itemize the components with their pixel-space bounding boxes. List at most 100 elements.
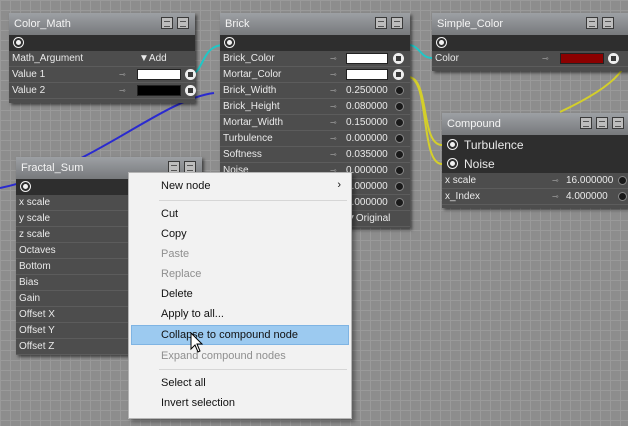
plug-socket-icon[interactable]: [393, 69, 404, 80]
param-value[interactable]: 0.000000: [346, 133, 388, 144]
node-compound[interactable]: Compound Turbulence Noise x scale ⊸ 16.0…: [442, 113, 628, 208]
menu-item-paste[interactable]: Paste: [131, 244, 349, 264]
input-socket-icon[interactable]: [395, 86, 404, 95]
param-value[interactable]: 0.250000: [346, 85, 388, 96]
param-label: Gain: [19, 293, 41, 304]
plug-socket-icon[interactable]: [185, 69, 196, 80]
param-label: Value 1: [12, 69, 46, 80]
wire-brick-to-compound-noise[interactable]: [407, 76, 443, 165]
menu-item-select-all[interactable]: Select all: [131, 373, 349, 393]
param-row[interactable]: x scale ⊸ 16.000000: [442, 173, 628, 189]
input-socket-icon[interactable]: [618, 192, 627, 201]
menu-icon[interactable]: [177, 17, 189, 29]
compound-input-turbulence[interactable]: Turbulence: [442, 135, 628, 154]
input-socket-icon[interactable]: [395, 118, 404, 127]
param-label: Offset X: [19, 309, 55, 320]
collapse-icon[interactable]: [161, 17, 173, 29]
param-row[interactable]: Brick_Width ⊸ 0.250000: [220, 83, 410, 99]
param-row[interactable]: Value 1 ⊸: [9, 67, 196, 83]
param-label: x scale: [445, 175, 477, 186]
param-dropdown[interactable]: ▼Original: [346, 213, 390, 224]
key-icon: ⊸: [542, 54, 549, 63]
menu-item-new-node[interactable]: New node ›: [131, 176, 349, 196]
plug-socket-icon[interactable]: [608, 53, 619, 64]
param-row[interactable]: Mortar_Color ⊸: [220, 67, 410, 83]
param-value[interactable]: 0.000000: [346, 181, 388, 192]
param-value[interactable]: 0.000000: [346, 165, 388, 176]
menu-item-delete[interactable]: Delete: [131, 284, 349, 304]
node-header[interactable]: Simple_Color: [432, 13, 628, 35]
plug-socket-icon[interactable]: [393, 53, 404, 64]
param-dropdown[interactable]: ▼Add: [139, 53, 167, 64]
collapse-icon[interactable]: [375, 17, 387, 29]
menu-item-label: Collapse to compound node: [161, 329, 298, 341]
wire-brick-to-simplecolor[interactable]: [407, 44, 433, 59]
input-socket-icon[interactable]: [395, 134, 404, 143]
param-row[interactable]: Brick_Height ⊸ 0.080000: [220, 99, 410, 115]
node-color-math[interactable]: Color_Math Math_Argument ▼Add Value 1 ⊸ …: [9, 13, 196, 103]
color-swatch[interactable]: [346, 53, 388, 64]
param-value[interactable]: 16.000000: [566, 175, 613, 186]
compound-input-noise[interactable]: Noise: [442, 154, 628, 173]
node-simple-color[interactable]: Simple_Color Color ⊸: [432, 13, 628, 71]
input-socket-icon[interactable]: [395, 182, 404, 191]
collapse-icon[interactable]: [586, 17, 598, 29]
output-socket-icon[interactable]: [225, 38, 234, 47]
input-socket-icon[interactable]: [448, 140, 457, 149]
menu-item-label: Delete: [161, 288, 193, 300]
input-socket-icon[interactable]: [448, 159, 457, 168]
param-value[interactable]: 0.035000: [346, 149, 388, 160]
input-socket-icon[interactable]: [395, 150, 404, 159]
menu-icon[interactable]: [391, 17, 403, 29]
menu-icon[interactable]: [612, 117, 624, 129]
color-swatch[interactable]: [560, 53, 604, 64]
param-value[interactable]: 0.080000: [346, 101, 388, 112]
node-header[interactable]: Compound: [442, 113, 628, 135]
output-socket-icon[interactable]: [437, 38, 446, 47]
param-label: Mortar_Width: [223, 117, 284, 128]
param-row[interactable]: Softness ⊸ 0.035000: [220, 147, 410, 163]
param-label: Bias: [19, 277, 39, 288]
menu-item-collapse-to-compound[interactable]: Collapse to compound node: [131, 325, 349, 345]
param-row[interactable]: Color ⊸: [432, 51, 628, 67]
param-value[interactable]: 4.000000: [566, 191, 608, 202]
param-row[interactable]: Brick_Color ⊸: [220, 51, 410, 67]
param-value[interactable]: 0.150000: [346, 117, 388, 128]
output-socket-icon[interactable]: [14, 38, 23, 47]
menu-icon[interactable]: [602, 17, 614, 29]
color-swatch[interactable]: [346, 69, 388, 80]
menu-item-replace[interactable]: Replace: [131, 264, 349, 284]
node-header[interactable]: Brick: [220, 13, 410, 35]
param-row[interactable]: x_Index ⊸ 4.000000: [442, 189, 628, 205]
menu-item-label: Replace: [161, 268, 202, 280]
node-title: Color_Math: [14, 18, 71, 30]
node-output-bar: [9, 35, 195, 51]
menu-item-label: Cut: [161, 208, 179, 220]
param-row[interactable]: Math_Argument ▼Add: [9, 51, 195, 67]
menu-item-cut[interactable]: Cut: [131, 204, 349, 224]
color-swatch[interactable]: [137, 69, 181, 80]
param-row[interactable]: Value 2 ⊸: [9, 83, 196, 99]
plug-socket-icon[interactable]: [185, 85, 196, 96]
menu-item-invert-selection[interactable]: Invert selection: [131, 393, 349, 413]
compound-edit-icon[interactable]: [580, 117, 592, 129]
key-icon: ⊸: [330, 150, 337, 159]
menu-item-expand-compound[interactable]: Expand compound nodes: [131, 346, 349, 366]
input-socket-icon[interactable]: [395, 166, 404, 175]
node-title: Compound: [447, 118, 501, 130]
node-header[interactable]: Color_Math: [9, 13, 195, 35]
menu-item-copy[interactable]: Copy: [131, 224, 349, 244]
param-row[interactable]: Mortar_Width ⊸ 0.150000: [220, 115, 410, 131]
param-value[interactable]: 0.000000: [346, 197, 388, 208]
output-socket-icon[interactable]: [21, 182, 30, 191]
menu-item-label: Expand compound nodes: [161, 350, 286, 362]
input-socket-icon[interactable]: [395, 102, 404, 111]
collapse-icon[interactable]: [596, 117, 608, 129]
color-swatch[interactable]: [137, 85, 181, 96]
param-label: Math_Argument: [12, 53, 84, 64]
input-socket-icon[interactable]: [618, 176, 627, 185]
menu-item-apply-to-all[interactable]: Apply to all...: [131, 304, 349, 324]
wire-brick-to-compound-turbulence[interactable]: [407, 76, 443, 146]
param-row[interactable]: Turbulence ⊸ 0.000000: [220, 131, 410, 147]
input-socket-icon[interactable]: [395, 198, 404, 207]
